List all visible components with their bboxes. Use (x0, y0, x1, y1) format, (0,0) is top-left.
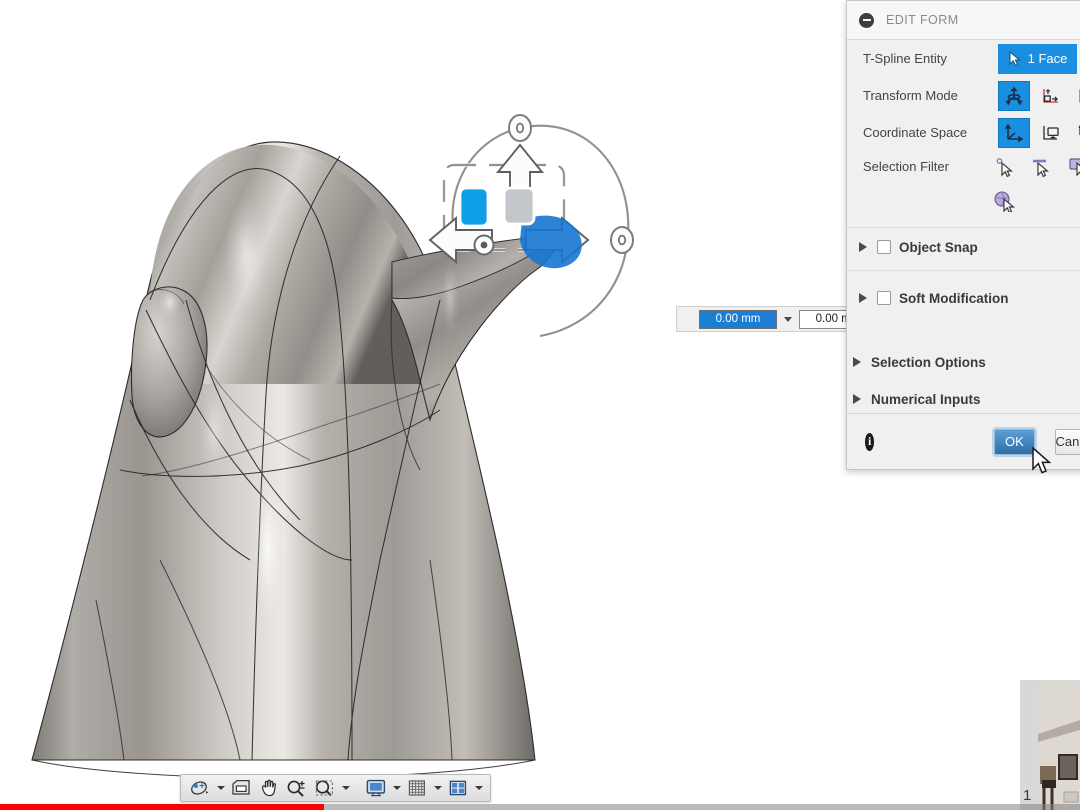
transform-manipulator[interactable] (400, 100, 660, 370)
coordinate-view-icon[interactable] (1035, 118, 1067, 148)
soft-modification-disclosure-icon[interactable] (859, 293, 867, 303)
edit-form-dialog: EDIT FORM T-Spline Entity 1 Face ✕ Trans… (846, 0, 1080, 470)
cancel-button[interactable]: Cancel (1054, 428, 1080, 455)
filter-body-icon[interactable] (986, 185, 1023, 217)
coordinate-surface-icon[interactable] (1072, 118, 1080, 148)
collapse-icon[interactable] (859, 12, 874, 28)
row-tspline-entity: T-Spline Entity 1 Face ✕ (847, 40, 1080, 77)
zoom-window-dropdown-caret[interactable] (340, 776, 351, 800)
orbit-dropdown-caret[interactable] (215, 776, 226, 800)
filter-edge-icon[interactable] (1023, 151, 1060, 183)
video-progress-fill (0, 804, 324, 810)
orbit-icon[interactable] (187, 776, 213, 800)
soft-modification-checkbox[interactable] (877, 291, 891, 305)
transform-translate-icon[interactable] (1035, 81, 1067, 111)
distance-field-1-dropdown[interactable] (777, 310, 799, 329)
rotate-handle-right (610, 226, 634, 254)
zoom-icon[interactable] (284, 776, 310, 800)
viewports-dropdown-caret[interactable] (473, 776, 484, 800)
plane-handle-active (458, 186, 490, 228)
dialog-header: EDIT FORM (847, 1, 1080, 40)
filter-vertex-icon[interactable] (986, 151, 1023, 183)
application-window: 0.00 mm 0.00 mm EDIT FORM T-Spline Entit… (0, 0, 1080, 810)
row-transform-mode: Transform Mode (847, 77, 1080, 114)
zoom-window-icon[interactable] (312, 776, 338, 800)
distance-field-1[interactable]: 0.00 mm (699, 309, 777, 329)
row-selection-options[interactable]: Selection Options (847, 345, 1080, 379)
rotate-handle-top (508, 114, 532, 142)
pip-badge-count: 1 (1020, 787, 1035, 804)
row-numerical-inputs[interactable]: Numerical Inputs (847, 382, 1080, 416)
plane-handle-secondary (502, 186, 536, 226)
pan-hand-icon[interactable] (256, 776, 282, 800)
row-coordinate-space: Coordinate Space (847, 114, 1080, 151)
label-transform-mode: Transform Mode (863, 88, 958, 103)
row-soft-modification[interactable]: Soft Modification (847, 279, 1080, 317)
grid-snaps-icon[interactable] (404, 776, 430, 800)
pip-video[interactable]: 1 (1020, 680, 1080, 810)
selection-options-label: Selection Options (871, 354, 986, 370)
dialog-title: EDIT FORM (886, 13, 959, 27)
label-tspline-entity: T-Spline Entity (863, 51, 947, 66)
select-arrow-icon (1009, 50, 1021, 66)
transform-gizmo-icon[interactable] (998, 80, 1030, 111)
info-icon[interactable]: i (865, 432, 875, 451)
navigation-toolbar[interactable] (180, 774, 491, 802)
transform-rotate-icon[interactable] (1072, 81, 1080, 111)
selection-options-disclosure-icon[interactable] (853, 357, 861, 367)
divider-2 (847, 270, 1080, 271)
numerical-inputs-disclosure-icon[interactable] (853, 394, 861, 404)
grid-snaps-dropdown-caret[interactable] (432, 776, 443, 800)
row-selection-filter: Selection Filter (847, 151, 1080, 223)
display-settings-dropdown-caret[interactable] (391, 776, 402, 800)
display-settings-icon[interactable] (363, 776, 389, 800)
selection-count-label: 1 Face (1027, 51, 1068, 66)
look-at-icon[interactable] (228, 776, 254, 800)
label-coordinate-space: Coordinate Space (863, 125, 968, 140)
label-selection-filter: Selection Filter (863, 159, 949, 174)
video-progress-track[interactable] (0, 804, 1080, 810)
ok-button[interactable]: OK (992, 426, 1037, 457)
filter-face-icon[interactable] (1060, 151, 1080, 183)
object-snap-disclosure-icon[interactable] (859, 242, 867, 252)
viewports-icon[interactable] (445, 776, 471, 800)
numerical-inputs-label: Numerical Inputs (871, 391, 981, 407)
soft-modification-label: Soft Modification (899, 290, 1009, 306)
selection-pill-1-face[interactable]: 1 Face (998, 43, 1077, 74)
coordinate-world-icon[interactable] (998, 117, 1030, 148)
object-snap-label: Object Snap (899, 239, 978, 255)
row-object-snap[interactable]: Object Snap (847, 228, 1080, 266)
dialog-footer: i OK Cancel (847, 413, 1080, 469)
object-snap-checkbox[interactable] (877, 240, 891, 254)
